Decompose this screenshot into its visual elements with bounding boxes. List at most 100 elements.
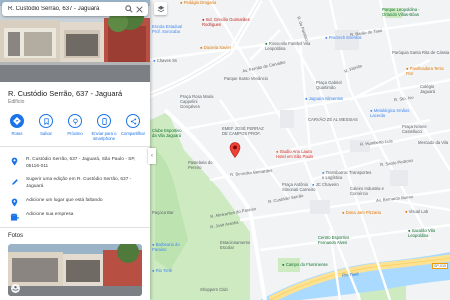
- place-category: Edifício: [8, 99, 25, 105]
- poi-marker[interactable]: ● Campo do Fluminense: [282, 262, 328, 267]
- poi-marker[interactable]: Caleiro Industria e Comércio: [350, 186, 390, 196]
- poi-marker[interactable]: ● Sacolão Vila Leopoldina: [408, 228, 448, 238]
- add-missing-place-row[interactable]: Adicione um lugar que está faltando: [10, 198, 144, 207]
- add-business-row[interactable]: Adicione sua empresa: [10, 212, 144, 221]
- poi-marker[interactable]: ● Metalúrgica Irmãos Lacerda: [370, 108, 420, 118]
- poi-marker[interactable]: ● Transbarroc Transportes e Logística: [322, 170, 374, 180]
- poi-marker[interactable]: Shoppers Club: [200, 287, 228, 292]
- poi-marker[interactable]: Parque Santo Venâncio: [224, 76, 268, 81]
- poi-marker[interactable]: ● Ind. Grecilio Guimarães Rodrigues: [202, 17, 258, 27]
- shop-icon: ●: [180, 0, 183, 5]
- poi-marker[interactable]: ● Studio Ana Laura Hotel em São Paulo: [276, 149, 322, 159]
- poi-marker[interactable]: Mercado da Vila: [418, 140, 448, 145]
- add-business-text: Adicione sua empresa: [26, 212, 74, 217]
- poi-marker[interactable]: ● Panificadora Terra Flor: [406, 66, 446, 76]
- search-input[interactable]: R. Custódio Serrão, 637 - Jaguará: [2, 6, 123, 12]
- street-label: R. Benedito Bernardes: [229, 167, 273, 178]
- action-label: Próximo: [67, 131, 83, 136]
- street-label: R. Flórida: [343, 63, 363, 74]
- action-label: Enviar para o smartphone: [91, 131, 117, 142]
- send-to-phone-button[interactable]: Enviar para o smartphone: [91, 114, 117, 141]
- selected-location-pin[interactable]: [229, 142, 241, 163]
- store-icon: ●: [305, 96, 308, 101]
- collapse-panel-button[interactable]: ‹: [148, 148, 156, 164]
- photo-thumbnail[interactable]: [8, 244, 142, 296]
- search-box[interactable]: R. Custódio Serrão, 637 - Jaguará: [2, 2, 148, 16]
- poi-marker[interactable]: ● Pedágio Drogaria: [180, 0, 216, 5]
- poi-marker[interactable]: Praça Gabriel Quartimão: [316, 80, 352, 90]
- key-icon: ●: [153, 58, 156, 63]
- poi-marker[interactable]: ● Jaguara Alimentos: [305, 96, 343, 101]
- street-label: R. Sto. Ivo: [393, 94, 414, 103]
- poi-marker[interactable]: Paróquia Santa Rita de Cássia: [392, 50, 449, 55]
- street-label: R. Almirantes do Paraíso: [209, 206, 257, 219]
- nearby-icon: [68, 114, 82, 128]
- poi-marker[interactable]: Estacionamento Escolar: [220, 240, 256, 250]
- poi-marker[interactable]: ● Visual Lab: [405, 209, 428, 214]
- directions-button[interactable]: Rotas: [4, 114, 30, 141]
- action-label: Compartilhar: [121, 131, 145, 136]
- share-button[interactable]: Compartilhar: [120, 114, 146, 141]
- send-to-phone-icon: [97, 114, 111, 128]
- key-icon: ●: [312, 182, 315, 187]
- map-labels: ● Pedágio Drogaria Parque Leopoldina - O…: [150, 0, 450, 300]
- suggest-edit-text: Sugerir uma edição em R. Custódio Serrão…: [26, 177, 132, 189]
- river-label: Rio Tietê: [341, 271, 359, 278]
- poi-marker[interactable]: Paçoca Bar: [152, 210, 182, 215]
- photos-heading: Fotos: [8, 233, 24, 239]
- bookmark-icon: [39, 114, 53, 128]
- bakery-icon: ●: [200, 45, 203, 50]
- poi-marker[interactable]: Praça Antônio Simonati Carneiro: [282, 182, 316, 192]
- divider: [0, 227, 150, 228]
- poi-marker[interactable]: Pastelaria do Pereiro: [188, 160, 216, 170]
- chevron-left-icon: ‹: [151, 153, 153, 159]
- layers-icon: [157, 0, 165, 18]
- map-canvas[interactable]: ● Pedágio Drogaria Parque Leopoldina - O…: [150, 0, 450, 300]
- street-label: R. do Paraíso: [296, 15, 310, 42]
- nearby-button[interactable]: Próximo: [62, 114, 88, 141]
- street-label: Av. Fernão de Carvalho: [241, 59, 286, 74]
- poi-marker[interactable]: ● Rio Tietê: [152, 268, 172, 273]
- save-button[interactable]: Salvar: [33, 114, 59, 141]
- location-pin-icon: [10, 157, 19, 166]
- street-label: R. Santo Pedroso: [379, 157, 414, 168]
- map-settings-button[interactable]: [154, 2, 167, 15]
- poi-marker[interactable]: ● Doceria Xavier: [200, 45, 231, 50]
- poi-marker[interactable]: ● JC Chaveiro: [312, 182, 339, 187]
- poi-marker[interactable]: Colégio Jaguará: [420, 84, 448, 94]
- poi-marker[interactable]: Praça Ivonne Castellucci: [402, 124, 442, 134]
- poi-marker[interactable]: Escola Estadual Prof. Sorocaba: [152, 24, 188, 34]
- close-icon[interactable]: [134, 4, 145, 15]
- poi-marker[interactable]: ● Barbearia do Paraíso: [152, 242, 192, 252]
- poi-marker[interactable]: Praça Rosa Maria Cappelini Gonçalves: [180, 94, 214, 109]
- poi-marker[interactable]: Parque Leopoldina - Orlando Villas-Bôas: [382, 7, 426, 17]
- search-icon[interactable]: [123, 4, 134, 15]
- poi-marker[interactable]: EMEF JOSÉ FERRAZ DE CAMPOS PROF.: [222, 126, 268, 136]
- street-view-icon: [11, 284, 20, 293]
- poi-marker[interactable]: Clube Esportivo da Vila Jaguará: [152, 128, 186, 138]
- suggest-edit-row[interactable]: Sugerir uma edição em R. Custódio Serrão…: [10, 177, 144, 191]
- place-panel: R. Custódio Serrão, 637 - Jaguará R. Cus…: [0, 0, 150, 300]
- street-label: R. José Aranha: [209, 219, 239, 230]
- poi-marker[interactable]: ● Chaves Ss: [153, 58, 177, 63]
- poi-marker[interactable]: ● Rosserillo Futebol Vila Leopoldina: [265, 41, 319, 51]
- poi-marker[interactable]: ● Dona Jam Pizzaria: [342, 210, 381, 215]
- poi-marker[interactable]: CARVÃO ZÉ AL MESSIAS: [308, 117, 358, 122]
- shop-icon: ●: [152, 268, 155, 273]
- add-location-icon: [10, 198, 19, 207]
- action-bar: Rotas Salvar Próximo Enviar para o smart…: [4, 114, 146, 141]
- action-label: Salvar: [40, 131, 52, 136]
- road-badge: SP-015: [432, 263, 448, 269]
- pizza-icon: ●: [342, 210, 345, 215]
- shop-icon: ●: [405, 209, 408, 214]
- poi-marker[interactable]: Centro Esportivo Fernando Alves: [318, 235, 360, 245]
- street-label: R. Barão de Tatuí: [349, 27, 383, 38]
- add-missing-place-text: Adicione um lugar que está faltando: [26, 198, 103, 203]
- edit-icon: [10, 177, 19, 186]
- address-row[interactable]: R. Custódio Serrão, 637 - Jaguará, São P…: [10, 157, 144, 171]
- location-pin-icon: [229, 142, 241, 162]
- place-title: R. Custódio Serrão, 637 - Jaguará: [8, 89, 123, 98]
- street-label: R. Humberto Luís: [359, 138, 393, 147]
- address-text: R. Custódio Serrão, 637 - Jaguará, São P…: [26, 157, 136, 169]
- street-label: R. Custódio Serrão: [267, 192, 304, 205]
